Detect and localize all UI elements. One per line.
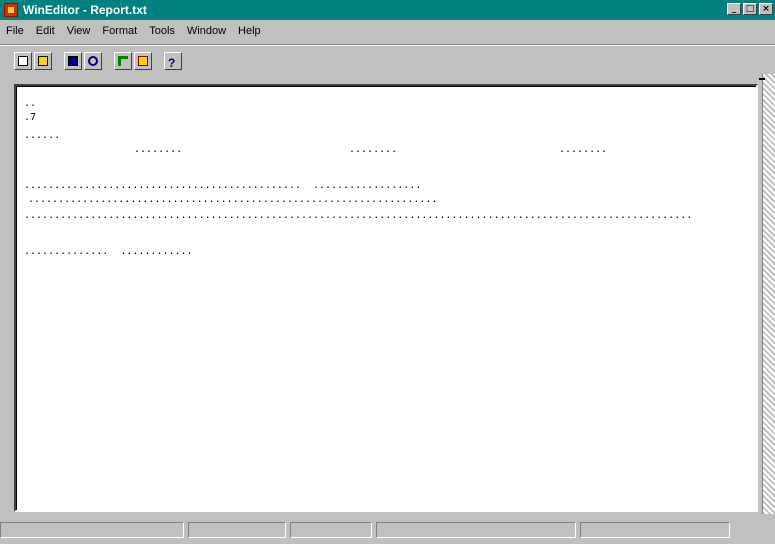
status-message (0, 522, 184, 538)
open-button[interactable] (34, 52, 52, 70)
redo-button[interactable] (134, 52, 152, 70)
app-icon[interactable] (4, 3, 18, 17)
doc-line: ........................................… (24, 180, 422, 191)
close-icon[interactable]: × (759, 3, 773, 15)
menu-edit[interactable]: Edit (30, 25, 61, 37)
side-marker-icon (759, 78, 765, 80)
window-controls: _ □ × (727, 3, 773, 15)
doc-separator: ........................................… (24, 210, 693, 221)
doc-line: .. (24, 98, 37, 109)
menu-format[interactable]: Format (96, 25, 143, 37)
menu-window[interactable]: Window (181, 25, 232, 37)
doc-column: ........ (559, 144, 608, 155)
status-extra (580, 522, 730, 538)
menu-bar: File Edit View Format Tools Window Help (0, 21, 760, 41)
undo-button[interactable] (114, 52, 132, 70)
find-button[interactable] (84, 52, 102, 70)
status-mode (290, 522, 372, 538)
redo-icon (138, 56, 148, 66)
title-bar[interactable]: WinEditor - Report.txt _ □ × (0, 0, 775, 20)
doc-line: .7 (24, 112, 37, 123)
new-file-icon (18, 56, 28, 66)
help-button[interactable]: ? (164, 52, 182, 70)
status-bar (0, 518, 775, 542)
document-area[interactable]: .. .7 ...... ........ ........ ........ … (14, 84, 758, 512)
menu-divider (0, 44, 775, 46)
status-info (376, 522, 576, 538)
new-file-button[interactable] (14, 52, 32, 70)
find-icon (88, 56, 98, 66)
menu-file[interactable]: File (0, 25, 30, 37)
undo-icon (118, 56, 128, 66)
doc-line: ........................................… (28, 194, 438, 205)
menu-view[interactable]: View (61, 25, 97, 37)
status-position (188, 522, 286, 538)
document-content[interactable]: .. .7 ...... ........ ........ ........ … (24, 92, 752, 506)
minimize-icon[interactable]: _ (727, 3, 741, 15)
menu-help[interactable]: Help (232, 25, 267, 37)
doc-line: ...... (24, 130, 61, 141)
doc-column: ........ (134, 144, 183, 155)
side-panel-edge[interactable] (762, 74, 775, 514)
maximize-icon[interactable]: □ (743, 3, 757, 15)
doc-line: .............. ............ (24, 246, 193, 257)
help-icon: ? (168, 56, 176, 70)
save-button[interactable] (64, 52, 82, 70)
toolbar: ? (14, 50, 184, 72)
menu-tools[interactable]: Tools (143, 25, 181, 37)
app-window: WinEditor - Report.txt _ □ × File Edit V… (0, 0, 775, 544)
window-title: WinEditor - Report.txt (23, 3, 147, 17)
doc-column: ........ (349, 144, 398, 155)
save-icon (68, 56, 78, 66)
open-folder-icon (38, 56, 48, 66)
